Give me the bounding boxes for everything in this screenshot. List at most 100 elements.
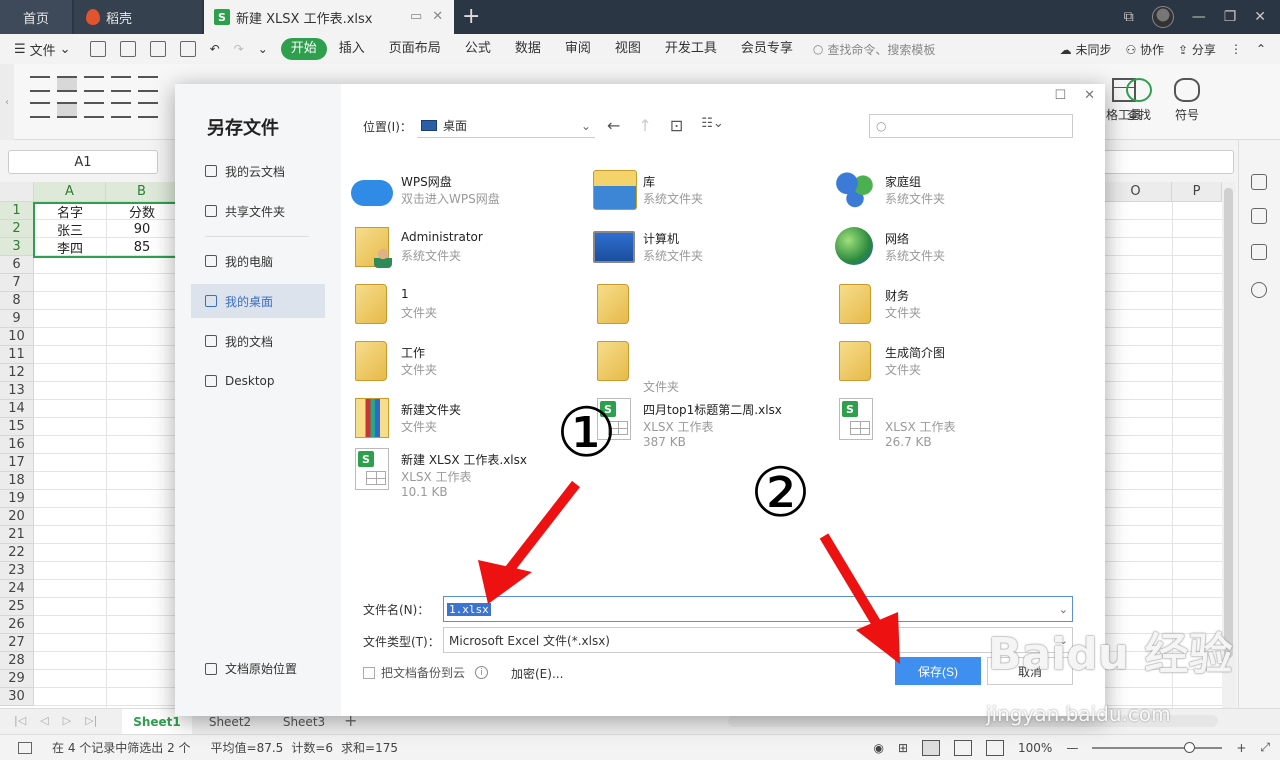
page-layout-view-button[interactable] [954,739,973,756]
row-header[interactable]: 16 [0,436,34,454]
row-header[interactable]: 23 [0,562,34,580]
row-header[interactable]: 10 [0,328,34,346]
file-item[interactable]: 家庭组 系统文件夹 [835,168,1065,220]
share-button[interactable]: ⇪ 分享 [1178,41,1216,58]
distributed-icon[interactable] [138,102,158,118]
save-icon[interactable] [89,41,106,57]
file-item[interactable]: S 四月top1标题第二周.xlsx XLSX 工作表 387 KB [593,396,823,449]
file-item[interactable]: S 新建 XLSX 工作表.xlsx XLSX 工作表 10.1 KB [351,446,581,499]
file-item[interactable]: 文件夹 [593,339,823,394]
nav-desktop-folder[interactable]: Desktop [191,364,325,398]
window-layout-icon[interactable]: ⧉ [1124,9,1134,25]
row-header[interactable]: 22 [0,544,34,562]
nav-my-computer[interactable]: 我的电脑 [191,244,325,278]
file-item[interactable] [593,282,823,334]
normal-view-button[interactable] [922,739,941,756]
align-top-icon[interactable] [30,76,50,92]
nav-shared-folder[interactable]: 共享文件夹 [191,194,325,228]
back-arrow-icon[interactable]: ← [607,116,620,135]
row-header[interactable]: 12 [0,364,34,382]
tab-daoke[interactable]: 稻壳 [74,0,202,34]
encrypt-link[interactable]: 加密(E)... [511,665,563,682]
symbol-button[interactable]: 符号 [1174,78,1200,123]
new-folder-icon[interactable]: ⊡ [670,116,683,135]
file-item[interactable]: Administrator 系统文件夹 [351,225,581,277]
first-sheet-icon[interactable]: |◁ [14,714,26,727]
help-icon[interactable] [1251,282,1267,298]
tab-formula[interactable]: 公式 [453,38,503,60]
align-middle-icon[interactable] [57,76,77,92]
scrollbar-thumb[interactable] [1224,188,1233,658]
row-header[interactable]: 27 [0,634,34,652]
tab-start[interactable]: 开始 [280,38,327,60]
tab-page-layout[interactable]: 页面布局 [377,38,453,60]
file-item[interactable]: WPS网盘 双击进入WPS网盘 [351,168,581,220]
align-right-icon[interactable] [84,102,104,118]
tab-member[interactable]: 会员专享 [729,38,805,60]
tab-developer[interactable]: 开发工具 [653,38,729,60]
sync-status[interactable]: ☁ 未同步 [1060,41,1112,58]
zoom-level[interactable]: 100% [1018,741,1052,755]
zoom-slider[interactable] [1092,741,1223,753]
ribbon-scroll-left-icon[interactable]: ‹ [0,64,14,140]
file-item[interactable]: 1 文件夹 [351,282,581,334]
select-all-corner[interactable] [0,182,34,202]
last-sheet-icon[interactable]: ▷| [85,714,97,727]
filename-input[interactable]: 1.xlsx ⌄ [443,596,1073,622]
chevron-down-icon[interactable]: ⌄ [1059,603,1068,616]
location-select[interactable]: 桌面 ⌄ [417,114,595,138]
collapse-ribbon-icon[interactable]: ⌃ [1256,42,1266,56]
row-header[interactable]: 1 [0,202,34,220]
macro-icon[interactable] [18,741,32,754]
indent-decrease-icon[interactable] [111,76,131,92]
indent-increase-icon[interactable] [138,76,158,92]
avatar[interactable] [1151,6,1174,28]
tab-restore-icon[interactable]: ▭ [410,9,422,24]
row-header[interactable]: 7 [0,274,34,292]
prev-sheet-icon[interactable]: ◁ [40,714,48,727]
print-preview-icon[interactable] [179,41,196,57]
column-header-p[interactable]: P [1172,182,1222,202]
row-header[interactable]: 28 [0,652,34,670]
file-item[interactable]: 工作 文件夹 [351,339,581,391]
close-window-icon[interactable]: ✕ [1254,9,1266,25]
original-location-button[interactable]: 文档原始位置 [205,660,297,677]
view-mode-icon[interactable]: ☷⌄ [701,116,724,135]
row-header[interactable]: 17 [0,454,34,472]
redo-icon[interactable]: ↷ [234,42,244,56]
align-left-icon[interactable] [30,102,50,118]
more-options-icon[interactable]: ⋮ [1230,42,1242,56]
row-header[interactable]: 13 [0,382,34,400]
backup-to-cloud[interactable]: 把文档备份到云 i [363,664,489,681]
command-search[interactable]: ○ 查找命令、搜索模板 [813,41,936,58]
row-header[interactable]: 18 [0,472,34,490]
tab-home[interactable]: 首页 [0,0,72,34]
row-header[interactable]: 26 [0,616,34,634]
cursor-icon[interactable] [1251,174,1267,190]
row-header[interactable]: 21 [0,526,34,544]
row-header[interactable]: 19 [0,490,34,508]
dialog-close-icon[interactable]: ✕ [1084,88,1095,103]
row-header[interactable]: 2 [0,220,34,238]
print-icon[interactable] [149,41,166,57]
justify-icon[interactable] [111,102,131,118]
zoom-slider-knob[interactable] [1184,741,1196,753]
backup-checkbox[interactable] [363,666,375,679]
row-header[interactable]: 14 [0,400,34,418]
file-item[interactable]: 财务 文件夹 [835,282,1065,334]
undo-icon[interactable]: ↶ [210,42,220,56]
row-header[interactable]: 15 [0,418,34,436]
dialog-maximize-icon[interactable]: ☐ [1054,88,1066,103]
column-header-o[interactable]: O [1100,182,1172,202]
row-header[interactable]: 6 [0,256,34,274]
eye-protection-icon[interactable]: ◉ [873,741,883,755]
column-header-b[interactable]: B [106,182,178,202]
file-item[interactable]: S XLSX 工作表 26.7 KB [835,396,1065,449]
align-center-icon[interactable] [57,102,77,118]
row-header[interactable]: 30 [0,688,34,706]
grid-view-icon[interactable]: ⊞ [898,741,908,755]
tab-close-icon[interactable]: ✕ [432,9,443,24]
data-tools-icon[interactable] [1251,244,1267,260]
row-header[interactable]: 24 [0,580,34,598]
zoom-in-icon[interactable]: + [1236,741,1246,755]
